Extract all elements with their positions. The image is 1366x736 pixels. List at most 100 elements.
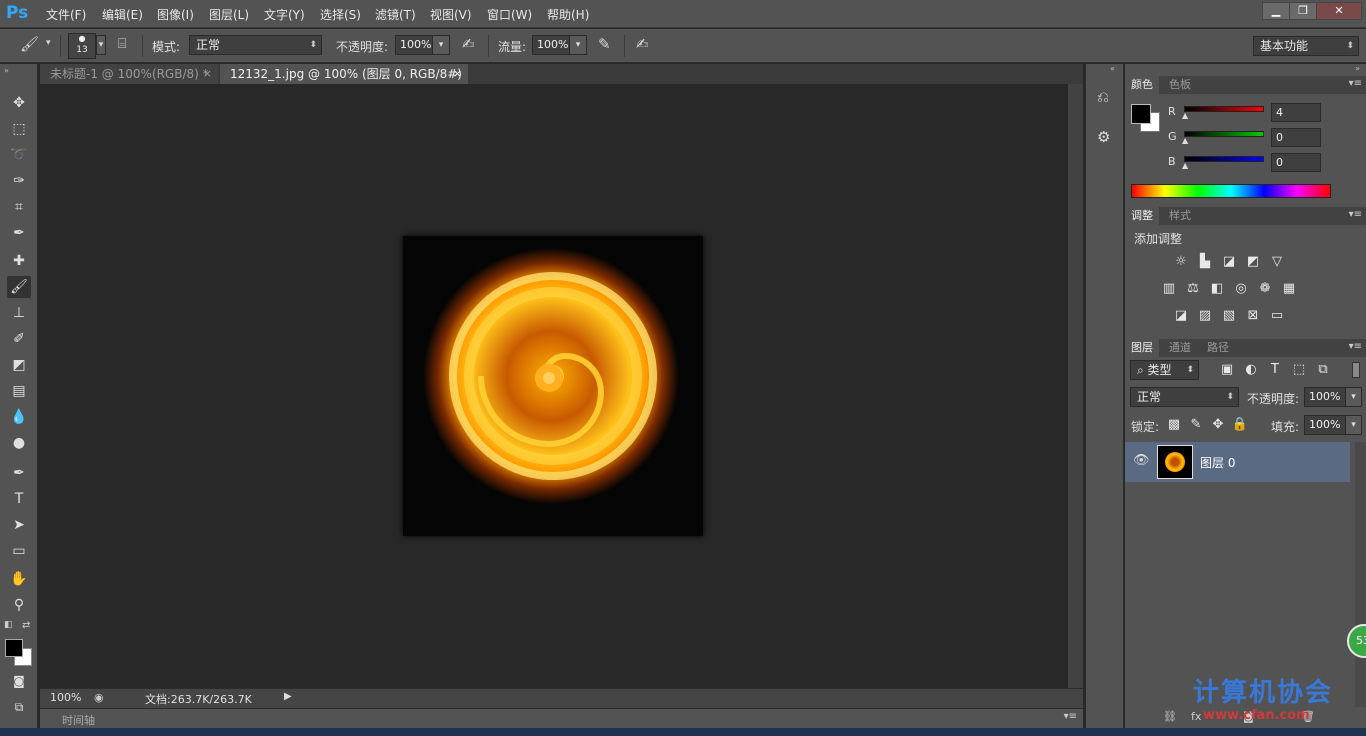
workspace-select[interactable]: 基本功能 ⬍ [1253, 36, 1359, 56]
channel-mixer-icon[interactable]: ❁ [1256, 281, 1274, 297]
menu-select[interactable]: 选择(S) [320, 6, 361, 23]
tab-styles[interactable]: 样式 [1163, 207, 1197, 225]
status-arrow-icon[interactable]: ▶ [284, 691, 292, 702]
move-tool-icon[interactable]: ✥ [7, 92, 31, 114]
panel-menu-icon[interactable]: ▾≡ [1064, 711, 1077, 722]
r-value-input[interactable]: 4 [1271, 103, 1321, 122]
default-colors-icon[interactable]: ◧ [4, 620, 13, 630]
menu-edit[interactable]: 编辑(E) [102, 6, 143, 23]
eraser-tool-icon[interactable]: ◩ [7, 354, 31, 376]
levels-icon[interactable]: ▙ [1196, 254, 1214, 270]
b-slider[interactable] [1184, 156, 1264, 162]
lock-transparent-icon[interactable]: ▩ [1165, 417, 1183, 433]
swap-colors-icon[interactable]: ⇄ [22, 620, 30, 631]
menu-view[interactable]: 视图(V) [430, 6, 472, 23]
invert-icon[interactable]: ◪ [1172, 308, 1190, 324]
fill-dropdown-icon[interactable]: ▾ [1345, 415, 1362, 435]
exposure-icon[interactable]: ◩ [1244, 254, 1262, 270]
link-layers-icon[interactable]: ⛓ [1163, 710, 1177, 723]
color-lookup-icon[interactable]: ▦ [1280, 281, 1298, 297]
close-button[interactable]: ✕ [1316, 2, 1362, 20]
threshold-icon[interactable]: ▧ [1220, 308, 1238, 324]
document-image[interactable] [403, 236, 703, 536]
panel-menu-icon[interactable]: ▾≡ [1349, 341, 1362, 352]
history-brush-tool-icon[interactable]: ✐ [7, 328, 31, 350]
tab-swatches[interactable]: 色板 [1163, 76, 1197, 94]
restore-button[interactable]: ❐ [1289, 2, 1317, 20]
selective-color-icon[interactable]: ⊠ [1244, 308, 1262, 324]
lock-position-icon[interactable]: ✥ [1209, 417, 1227, 433]
filter-smart-object-icon[interactable]: ⧉ [1314, 362, 1332, 378]
history-panel-icon[interactable]: ⎌ [1097, 88, 1109, 106]
curves-icon[interactable]: ◪ [1220, 254, 1238, 270]
filter-type-icon[interactable]: T [1266, 362, 1284, 378]
properties-panel-icon[interactable]: ⚙ [1097, 128, 1110, 146]
panel-menu-icon[interactable]: ▾≡ [1349, 78, 1362, 89]
floating-badge[interactable]: 53 [1347, 624, 1366, 658]
panel-menu-icon[interactable]: ▾≡ [1349, 209, 1362, 220]
menu-image[interactable]: 图像(I) [157, 6, 194, 23]
pressure-size-icon[interactable]: ✍ [636, 35, 649, 53]
close-icon[interactable]: × [453, 64, 462, 84]
pressure-opacity-icon[interactable]: ✍ [462, 35, 475, 53]
flow-input[interactable]: 100% [532, 35, 570, 55]
zoom-level[interactable]: 100% [50, 691, 81, 704]
layer-style-icon[interactable]: fx [1191, 710, 1201, 723]
opacity-dropdown-icon[interactable]: ▾ [432, 35, 450, 55]
posterize-icon[interactable]: ▨ [1196, 308, 1214, 324]
menu-type[interactable]: 文字(Y) [264, 6, 305, 23]
tab-adjustments[interactable]: 调整 [1125, 207, 1159, 225]
layer-name[interactable]: 图层 0 [1200, 454, 1235, 471]
hue-saturation-icon[interactable]: ▥ [1160, 281, 1178, 297]
tab-paths[interactable]: 路径 [1201, 339, 1235, 357]
lock-pixels-icon[interactable]: ✎ [1187, 417, 1205, 433]
eyedropper-tool-icon[interactable]: ✒ [7, 222, 31, 244]
menu-filter[interactable]: 滤镜(T) [375, 6, 416, 23]
type-tool-icon[interactable]: T [7, 488, 31, 510]
filter-shape-icon[interactable]: ⬚ [1290, 362, 1308, 378]
brush-preset-dropdown-icon[interactable]: ▾ [96, 35, 106, 55]
collapse-icon[interactable]: » [4, 66, 9, 75]
slider-thumb-icon[interactable]: ▲ [1182, 136, 1188, 145]
healing-brush-tool-icon[interactable]: ✚ [7, 250, 31, 272]
fill-input[interactable]: 100% [1304, 415, 1346, 435]
slider-thumb-icon[interactable]: ▲ [1182, 111, 1188, 120]
color-spectrum-bar[interactable] [1131, 184, 1331, 198]
clone-stamp-tool-icon[interactable]: ⊥ [7, 302, 31, 324]
black-white-icon[interactable]: ◧ [1208, 281, 1226, 297]
expand-icon[interactable]: » [1355, 64, 1360, 73]
b-value-input[interactable]: 0 [1271, 153, 1321, 172]
gradient-tool-icon[interactable]: ▤ [7, 380, 31, 402]
color-panel-foreground-swatch[interactable] [1131, 104, 1151, 124]
vibrance-icon[interactable]: ▽ [1268, 254, 1286, 270]
color-balance-icon[interactable]: ⚖ [1184, 281, 1202, 297]
filter-pixel-icon[interactable]: ▣ [1218, 362, 1236, 378]
marquee-tool-icon[interactable]: ⬚ [7, 118, 31, 140]
hand-tool-icon[interactable]: ✋ [7, 568, 31, 590]
screen-mode-icon[interactable]: ⧉ [7, 696, 31, 718]
opacity-input[interactable]: 100% [395, 35, 433, 55]
quick-mask-icon[interactable]: ◙ [7, 670, 31, 692]
vertical-scrollbar[interactable] [1068, 84, 1083, 688]
slider-thumb-icon[interactable]: ▲ [1182, 161, 1188, 170]
quick-select-tool-icon[interactable]: ✑ [7, 170, 31, 192]
tab-color[interactable]: 颜色 [1125, 76, 1159, 94]
brush-tool-icon[interactable]: 🖌 [7, 276, 31, 298]
gradient-map-icon[interactable]: ▭ [1268, 308, 1286, 324]
airbrush-icon[interactable]: ✎ [598, 35, 611, 53]
filter-adjustment-icon[interactable]: ◐ [1242, 362, 1260, 378]
timeline-label[interactable]: 时间轴 [62, 712, 95, 728]
zoom-tool-icon[interactable]: ⚲ [7, 594, 31, 616]
flow-dropdown-icon[interactable]: ▾ [569, 35, 587, 55]
collapse-icon[interactable]: « [1110, 64, 1115, 73]
layer-row[interactable]: 👁 图层 0 [1125, 442, 1350, 482]
r-slider[interactable] [1184, 106, 1264, 112]
dodge-tool-icon[interactable]: ● [7, 432, 31, 454]
tool-preset-chevron-icon[interactable]: ▾ [46, 38, 51, 48]
mode-select[interactable]: 正常 ⬍ [189, 35, 322, 55]
lasso-tool-icon[interactable]: ➰ [7, 144, 31, 166]
menu-layer[interactable]: 图层(L) [209, 6, 249, 23]
brush-preset-picker[interactable]: ● 13 [68, 33, 96, 59]
doc-tab-12132[interactable]: 12132_1.jpg @ 100% (图层 0, RGB/8#) * × [220, 64, 468, 101]
status-menu-icon[interactable]: ◉ [94, 691, 104, 704]
